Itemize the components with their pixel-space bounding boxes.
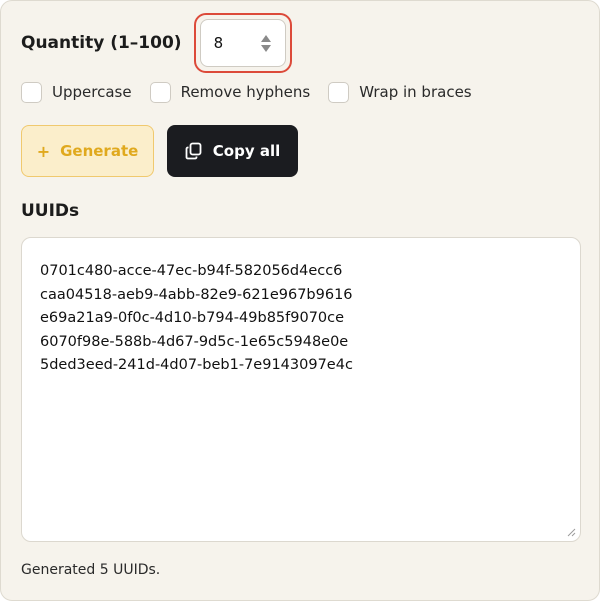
spinner-down-icon[interactable]	[260, 44, 271, 52]
generate-button[interactable]: + Generate	[21, 125, 154, 177]
remove-hyphens-checkbox[interactable]	[149, 81, 171, 103]
wrap-braces-label: Wrap in braces	[359, 83, 472, 101]
uuid-line: 0701c480-acce-47ec-b94f-582056d4ecc6	[40, 263, 343, 279]
copy-all-button[interactable]: Copy all	[167, 125, 298, 177]
quantity-focus-ring: 8	[193, 13, 292, 73]
quantity-input[interactable]: 8	[199, 19, 286, 67]
option-wrap-braces[interactable]: Wrap in braces	[328, 81, 472, 103]
uuid-generator-panel: Quantity (1–100) 8 Uppercase Remove hyph…	[0, 0, 600, 601]
uuid-line: caa04518-aeb9-4abb-82e9-621e967b9616	[40, 286, 353, 303]
options-row: Uppercase Remove hyphens Wrap in braces	[21, 81, 490, 103]
status-text: Generated 5 UUIDs.	[21, 562, 161, 578]
uuid-line: 6070f98e-588b-4d67-9d5c-1e65c5948e0e	[40, 333, 349, 350]
uppercase-checkbox[interactable]	[21, 81, 42, 103]
uppercase-label: Uppercase	[52, 83, 132, 101]
spinner-arrows-icon[interactable]	[260, 34, 271, 52]
uuid-line: e69a21a9-0f0c-4d10-b794-49b85f9070ce	[40, 310, 345, 326]
quantity-row: Quantity (1–100) 8	[21, 13, 292, 73]
plus-icon: +	[36, 141, 51, 161]
quantity-value: 8	[213, 34, 224, 52]
spinner-up-icon[interactable]	[260, 34, 271, 42]
generate-label: Generate	[60, 142, 139, 160]
quantity-label: Quantity (1–100)	[21, 33, 182, 53]
remove-hyphens-label: Remove hyphens	[180, 83, 311, 101]
uuids-output-textarea[interactable]: 0701c480-acce-47ec-b94f-582056d4ecc6 caa…	[21, 237, 581, 542]
option-remove-hyphens[interactable]: Remove hyphens	[149, 81, 311, 103]
uuid-line: 5ded3eed-241d-4d07-beb1-7e9143097e4c	[40, 357, 353, 373]
copy-icon	[185, 142, 202, 160]
wrap-braces-checkbox[interactable]	[328, 81, 350, 103]
resize-grip-icon[interactable]	[566, 527, 576, 537]
uuids-heading: UUIDs	[21, 201, 80, 221]
copy-all-label: Copy all	[212, 142, 281, 160]
option-uppercase[interactable]: Uppercase	[21, 81, 132, 103]
